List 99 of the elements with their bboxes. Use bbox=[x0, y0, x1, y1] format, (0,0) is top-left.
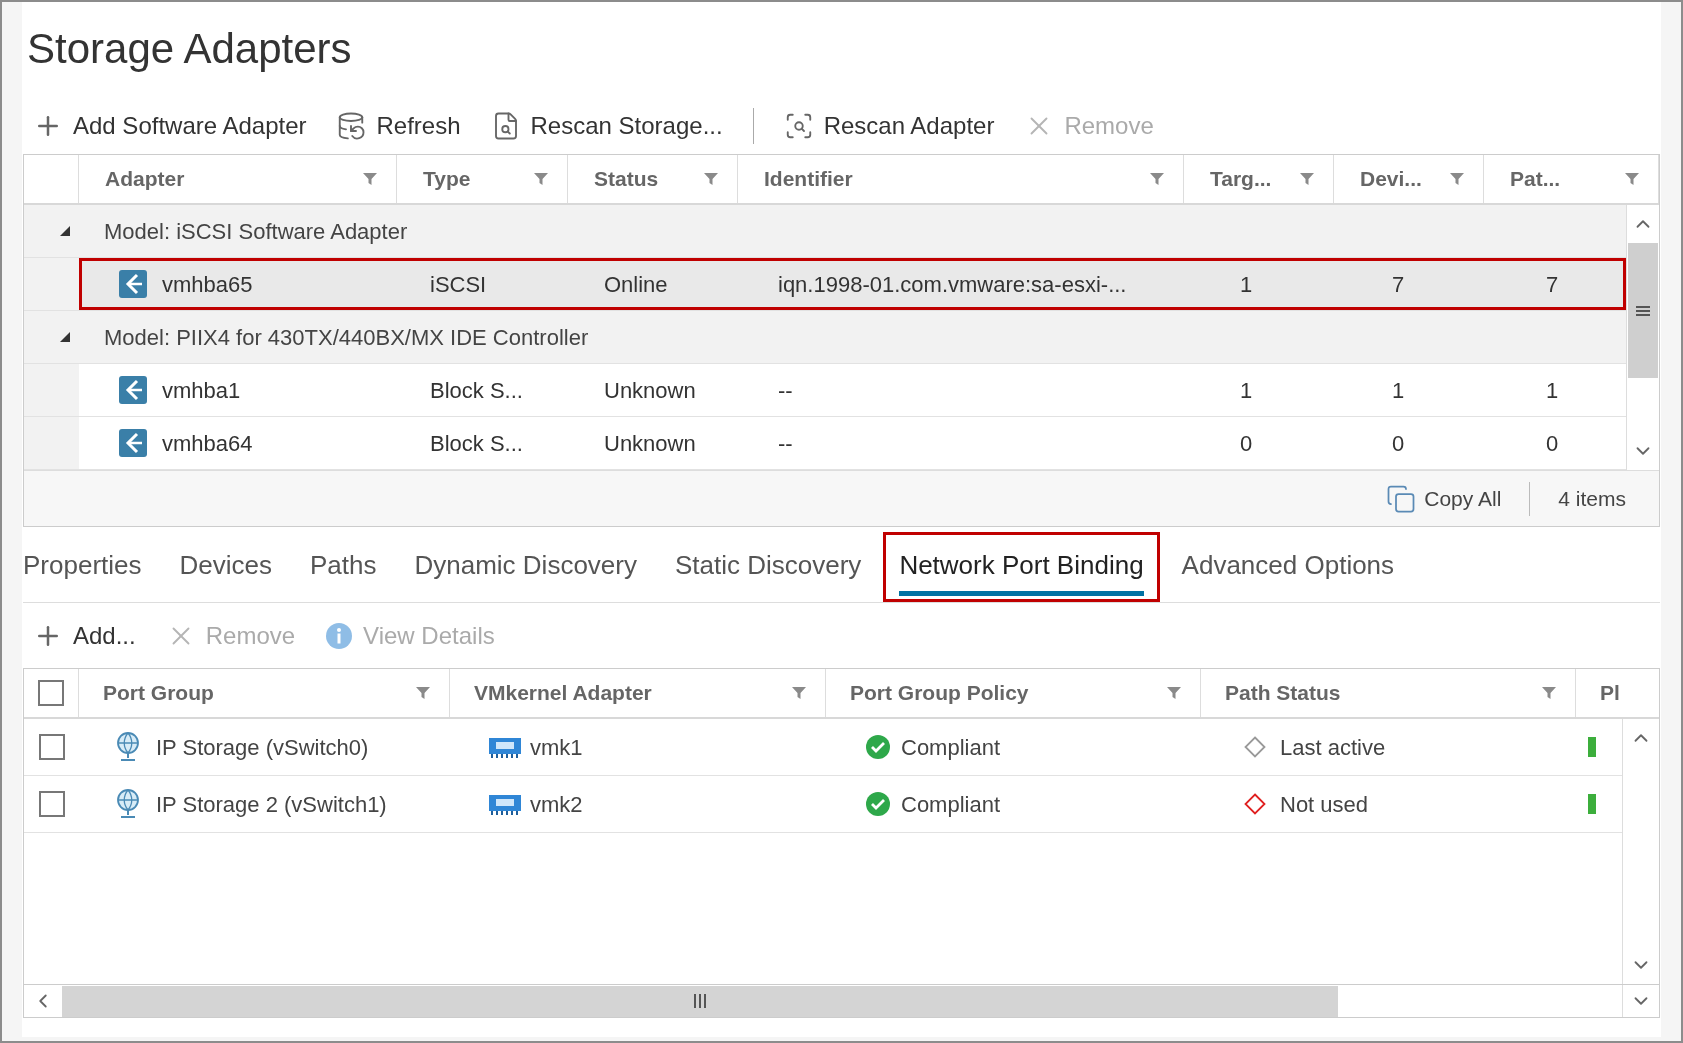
horizontal-scrollbar[interactable] bbox=[24, 984, 1659, 1017]
tab[interactable]: Advanced Options bbox=[1165, 532, 1411, 602]
column-header[interactable]: Devi... bbox=[1334, 155, 1484, 203]
check-circle-icon bbox=[865, 791, 891, 817]
table-cell-text: Last active bbox=[1280, 733, 1386, 762]
filter-icon[interactable] bbox=[1166, 685, 1182, 701]
collapse-triangle-icon[interactable] bbox=[59, 331, 71, 343]
column-header[interactable]: Identifier bbox=[738, 155, 1184, 203]
column-header[interactable]: Pat... bbox=[1484, 155, 1659, 203]
table-cell-text: 0 bbox=[1240, 429, 1253, 458]
tab[interactable]: Network Port Binding bbox=[883, 532, 1160, 602]
table-cell-text: -- bbox=[778, 376, 793, 405]
table-cell-text: Compliant bbox=[901, 733, 1001, 762]
filter-icon[interactable] bbox=[1299, 171, 1315, 187]
vertical-scrollbar[interactable] bbox=[1626, 205, 1659, 470]
tab[interactable]: Dynamic Discovery bbox=[398, 532, 653, 602]
table-cell-text: 1 bbox=[1392, 376, 1405, 405]
table-cell-text: 1 bbox=[1546, 376, 1559, 405]
column-header[interactable]: Type bbox=[397, 155, 568, 203]
row-gutter bbox=[24, 364, 79, 416]
tab[interactable]: Devices bbox=[163, 532, 288, 602]
group-row[interactable]: Model: iSCSI Software Adapter bbox=[24, 205, 1626, 258]
checkbox[interactable] bbox=[38, 680, 64, 706]
filter-icon[interactable] bbox=[1149, 171, 1165, 187]
adapter-icon bbox=[118, 375, 148, 405]
table-cell-text: 0 bbox=[1546, 429, 1559, 458]
table-cell-text: -- bbox=[778, 429, 793, 458]
table-cell-text: Unknown bbox=[604, 429, 696, 458]
filter-icon[interactable] bbox=[362, 171, 378, 187]
checkbox[interactable] bbox=[38, 734, 65, 760]
grip-icon bbox=[1636, 304, 1650, 317]
adapter-icon bbox=[118, 428, 148, 458]
globe-icon bbox=[114, 731, 142, 763]
column-header[interactable]: Port Group Policy bbox=[826, 669, 1201, 717]
column-header[interactable]: Adapter bbox=[79, 155, 397, 203]
table-cell-text: 7 bbox=[1546, 270, 1559, 299]
table-cell-text: vmhba65 bbox=[162, 270, 253, 299]
table-cell-text: 1 bbox=[1240, 270, 1253, 299]
grip-icon bbox=[693, 994, 707, 1008]
network-card-icon bbox=[488, 735, 522, 759]
table-cell-text: iqn.1998-01.com.vmware:sa-esxi-... bbox=[778, 270, 1127, 299]
check-circle-icon bbox=[865, 734, 891, 760]
column-header[interactable]: Pl bbox=[1576, 669, 1659, 717]
tab[interactable]: Properties bbox=[20, 532, 158, 602]
toolbar-button[interactable]: Add... bbox=[33, 617, 136, 654]
table-cell-text: IP Storage 2 (vSwitch1) bbox=[156, 790, 387, 819]
filter-icon[interactable] bbox=[533, 171, 549, 187]
filter-icon[interactable] bbox=[1624, 171, 1640, 187]
table-cell-text: vmk2 bbox=[530, 790, 583, 819]
table-cell-text: Block S... bbox=[430, 429, 523, 458]
scrollbar-thumb[interactable] bbox=[1628, 243, 1658, 378]
group-label: Model: PIIX4 for 430TX/440BX/MX IDE Controller bbox=[104, 323, 589, 352]
table-cell-text: vmk1 bbox=[530, 733, 583, 762]
tab[interactable]: Static Discovery bbox=[659, 532, 878, 602]
filter-icon[interactable] bbox=[415, 685, 431, 701]
column-header[interactable]: Path Status bbox=[1201, 669, 1576, 717]
table-cell-text: vmhba1 bbox=[162, 376, 241, 405]
toolbar-button[interactable]: Rescan Storage... bbox=[490, 107, 723, 144]
database-refresh-icon bbox=[336, 110, 367, 141]
filter-icon[interactable] bbox=[1449, 171, 1465, 187]
column-header[interactable]: Port Group bbox=[79, 669, 450, 717]
checkbox[interactable] bbox=[38, 791, 65, 817]
item-count: 4 items bbox=[1558, 485, 1626, 512]
group-row[interactable]: Model: PIIX4 for 430TX/440BX/MX IDE Controller bbox=[24, 311, 1626, 364]
table-cell-text: 1 bbox=[1240, 376, 1253, 405]
collapse-triangle-icon[interactable] bbox=[59, 225, 71, 237]
table-cell-text: 7 bbox=[1392, 270, 1405, 299]
table-cell-text: iSCSI bbox=[430, 270, 487, 299]
table-cell-text: 0 bbox=[1392, 429, 1405, 458]
toolbar-button[interactable]: Refresh bbox=[336, 107, 461, 144]
adapter-row[interactable]: vmhba65 iSCSI Online iqn.1998-01.com.vmware:sa-esxi-... 1 7 7 bbox=[79, 258, 1626, 310]
column-header[interactable]: Status bbox=[568, 155, 738, 203]
status-icon bbox=[1588, 794, 1596, 814]
copy-all-button[interactable]: Copy All bbox=[1386, 482, 1502, 515]
table-cell-text: IP Storage (vSwitch0) bbox=[156, 733, 369, 762]
table-cell-text: Online bbox=[604, 270, 668, 299]
table-cell-text: Compliant bbox=[901, 790, 1001, 819]
network-card-icon bbox=[488, 792, 522, 816]
page-title: Storage Adapters bbox=[26, 24, 353, 74]
table-cell-text: Unknown bbox=[604, 376, 696, 405]
tab[interactable]: Paths bbox=[294, 532, 393, 602]
toolbar-button[interactable]: Add Software Adapter bbox=[33, 107, 307, 144]
group-label: Model: iSCSI Software Adapter bbox=[104, 217, 408, 246]
row-gutter bbox=[24, 258, 79, 310]
column-header[interactable]: Targ... bbox=[1184, 155, 1334, 203]
filter-icon[interactable] bbox=[791, 685, 807, 701]
status-icon bbox=[1588, 737, 1596, 757]
filter-icon[interactable] bbox=[1541, 685, 1557, 701]
toolbar-button[interactable]: Rescan Adapter bbox=[783, 107, 995, 144]
info-icon bbox=[325, 621, 354, 650]
filter-icon[interactable] bbox=[703, 171, 719, 187]
column-header[interactable]: VMkernel Adapter bbox=[450, 669, 826, 717]
scrollbar-thumb[interactable] bbox=[62, 985, 1338, 1017]
table-cell-text: vmhba64 bbox=[162, 429, 253, 458]
copy-icon bbox=[1386, 483, 1417, 514]
globe-icon bbox=[114, 788, 142, 820]
table-cell-text: Block S... bbox=[430, 376, 523, 405]
table-cell-text: Not used bbox=[1280, 790, 1369, 819]
adapter-icon bbox=[118, 269, 148, 299]
